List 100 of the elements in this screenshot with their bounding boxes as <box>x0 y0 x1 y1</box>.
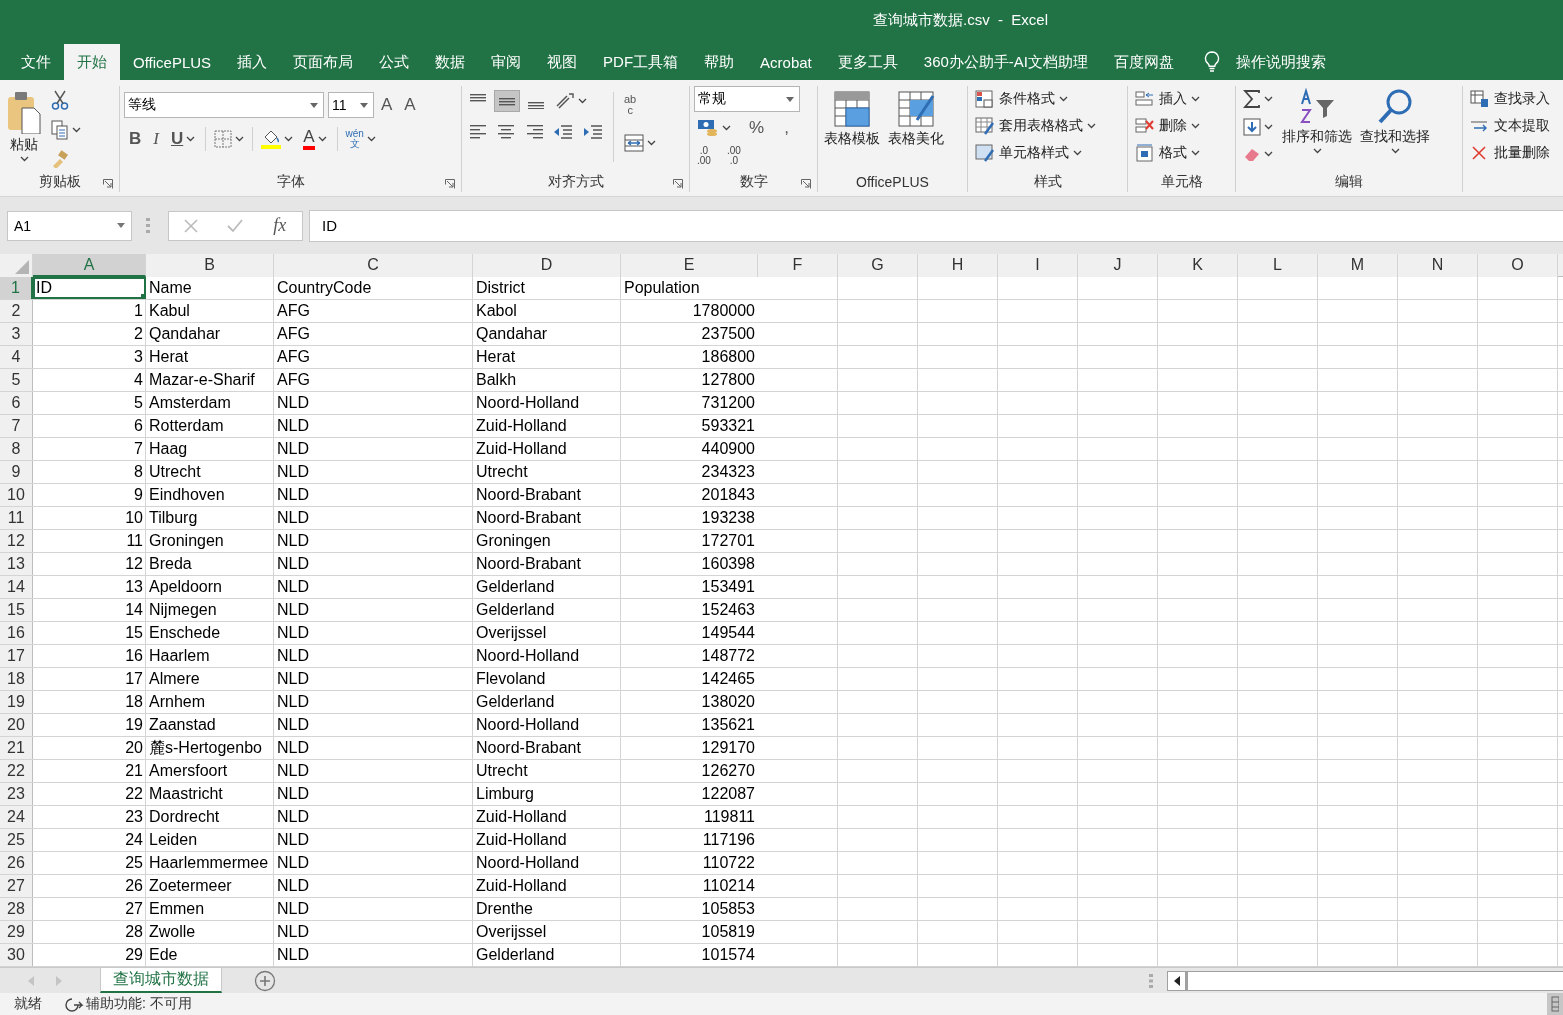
sheet-cell[interactable]: Drenthe <box>473 898 621 920</box>
ribbon-tab[interactable]: 页面布局 <box>280 44 367 80</box>
sheet-cell[interactable]: 237500 <box>621 323 758 345</box>
sheet-tab[interactable]: 查询城市数据 <box>100 968 222 993</box>
middle-align-icon[interactable] <box>494 90 520 112</box>
sheet-cell[interactable]: NLD <box>274 783 473 805</box>
ribbon-button[interactable]: 表格美化 <box>886 86 946 152</box>
sheet-cell[interactable]: 731200 <box>621 392 758 414</box>
sheet-cell[interactable]: 15 <box>33 622 146 644</box>
sheet-cell[interactable]: Breda <box>146 553 274 575</box>
column-header[interactable]: C <box>274 254 473 277</box>
sheet-cell[interactable]: 149544 <box>621 622 758 644</box>
sheet-cell[interactable]: Dordrecht <box>146 806 274 828</box>
row-header[interactable]: 19 <box>0 691 33 713</box>
sheet-cell[interactable]: Kabul <box>146 300 274 322</box>
sheet-cell[interactable]: 101574 <box>621 944 758 966</box>
ribbon-tab[interactable]: 审阅 <box>478 44 535 80</box>
sheet-cell[interactable]: Amersfoort <box>146 760 274 782</box>
insert-function-button[interactable]: fx <box>271 215 289 236</box>
sheet-cell[interactable]: Qandahar <box>146 323 274 345</box>
ribbon-tab[interactable]: 视图 <box>534 44 591 80</box>
font-name-field[interactable]: 等线 <box>124 92 324 118</box>
decrease-decimal-button[interactable]: .00 .0 <box>723 144 744 168</box>
sheet-cell[interactable]: Limburg <box>473 783 621 805</box>
sheet-cell[interactable]: Almere <box>146 668 274 690</box>
italic-button[interactable]: I <box>148 127 164 151</box>
formula-field[interactable]: ID <box>309 209 1563 242</box>
sheet-cell[interactable]: 1 <box>33 300 146 322</box>
drag-handle-icon[interactable] <box>146 216 150 235</box>
column-header[interactable]: K <box>1158 254 1238 277</box>
ribbon-tab[interactable]: OfficePLUS <box>120 44 225 80</box>
column-header[interactable]: L <box>1238 254 1318 277</box>
sheet-cell[interactable]: 17 <box>33 668 146 690</box>
sheet-cell[interactable]: ID <box>33 277 146 299</box>
sheet-cell[interactable]: Utrecht <box>473 760 621 782</box>
sheet-cell[interactable]: NLD <box>274 806 473 828</box>
ribbon-button[interactable]: 查找和选择 <box>1358 86 1432 158</box>
font-size-field[interactable]: 11 <box>328 92 374 118</box>
sheet-cell[interactable]: NLD <box>274 760 473 782</box>
column-header[interactable]: B <box>146 254 274 277</box>
percent-button[interactable]: % <box>744 116 770 140</box>
sheet-cell[interactable]: 28 <box>33 921 146 943</box>
sheet-cell[interactable]: 126270 <box>621 760 758 782</box>
sheet-cell[interactable]: NLD <box>274 392 473 414</box>
sheet-cell[interactable]: 152463 <box>621 599 758 621</box>
ribbon-button[interactable]: 文本提取 <box>1467 115 1553 137</box>
sheet-cell[interactable]: NLD <box>274 668 473 690</box>
ribbon-button[interactable]: 格式 <box>1132 142 1203 164</box>
ribbon-tab[interactable]: PDF工具箱 <box>590 44 692 80</box>
column-header[interactable]: F <box>758 254 838 277</box>
column-header[interactable]: E <box>621 254 758 277</box>
sheet-cell[interactable]: 6 <box>33 415 146 437</box>
sheet-cell[interactable]: Nijmegen <box>146 599 274 621</box>
sheet-cell[interactable]: Flevoland <box>473 668 621 690</box>
sheet-cell[interactable]: NLD <box>274 438 473 460</box>
sheet-cell[interactable]: 122087 <box>621 783 758 805</box>
sheet-cell[interactable]: Noord-Holland <box>473 392 621 414</box>
sheet-cell[interactable]: Gelderland <box>473 944 621 966</box>
ribbon-button[interactable]: 删除 <box>1132 115 1203 137</box>
sheet-cell[interactable]: Amsterdam <box>146 392 274 414</box>
sheet-cell[interactable]: 3 <box>33 346 146 368</box>
sheet-cell[interactable]: NLD <box>274 852 473 874</box>
underline-button[interactable]: U <box>165 127 201 151</box>
sheet-cell[interactable]: 135621 <box>621 714 758 736</box>
row-header[interactable]: 6 <box>0 392 33 414</box>
sheet-cell[interactable]: Zwolle <box>146 921 274 943</box>
row-header[interactable]: 12 <box>0 530 33 552</box>
row-header[interactable]: 5 <box>0 369 33 391</box>
sheet-cell[interactable]: 142465 <box>621 668 758 690</box>
bold-button[interactable]: B <box>124 127 147 151</box>
sheet-cell[interactable]: 16 <box>33 645 146 667</box>
sheet-cell[interactable]: 440900 <box>621 438 758 460</box>
sheet-cell[interactable]: Gelderland <box>473 599 621 621</box>
row-header[interactable]: 2 <box>0 300 33 322</box>
sheet-cell[interactable]: AFG <box>274 346 473 368</box>
sheet-cell[interactable]: 4 <box>33 369 146 391</box>
sheet-cell[interactable]: 29 <box>33 944 146 966</box>
ribbon-button[interactable]: 排序和筛选 <box>1280 86 1354 158</box>
sheet-cell[interactable]: Zuid-Holland <box>473 806 621 828</box>
row-header[interactable]: 17 <box>0 645 33 667</box>
sheet-cell[interactable]: Zuid-Holland <box>473 415 621 437</box>
sheet-cell[interactable]: Name <box>146 277 274 299</box>
ribbon-button[interactable]: 插入 <box>1132 88 1203 110</box>
sheet-cell[interactable]: CountryCode <box>274 277 473 299</box>
sheet-cell[interactable]: Zuid-Holland <box>473 875 621 897</box>
column-header[interactable]: M <box>1318 254 1398 277</box>
dialog-launcher-icon[interactable] <box>673 179 683 189</box>
sheet-cell[interactable]: Haarlemmermee <box>146 852 274 874</box>
row-header[interactable]: 29 <box>0 921 33 943</box>
sheet-cell[interactable]: 129170 <box>621 737 758 759</box>
sheet-cell[interactable]: 7 <box>33 438 146 460</box>
sheet-cell[interactable]: 8 <box>33 461 146 483</box>
sheet-cell[interactable]: Mazar-e-Sharif <box>146 369 274 391</box>
sheet-cell[interactable]: Noord-Holland <box>473 645 621 667</box>
sheet-cell[interactable]: Qandahar <box>473 323 621 345</box>
sheet-cell[interactable]: NLD <box>274 829 473 851</box>
column-header[interactable]: J <box>1078 254 1158 277</box>
sheet-cell[interactable]: Groningen <box>146 530 274 552</box>
dialog-launcher-icon[interactable] <box>445 179 455 189</box>
row-header[interactable]: 27 <box>0 875 33 897</box>
